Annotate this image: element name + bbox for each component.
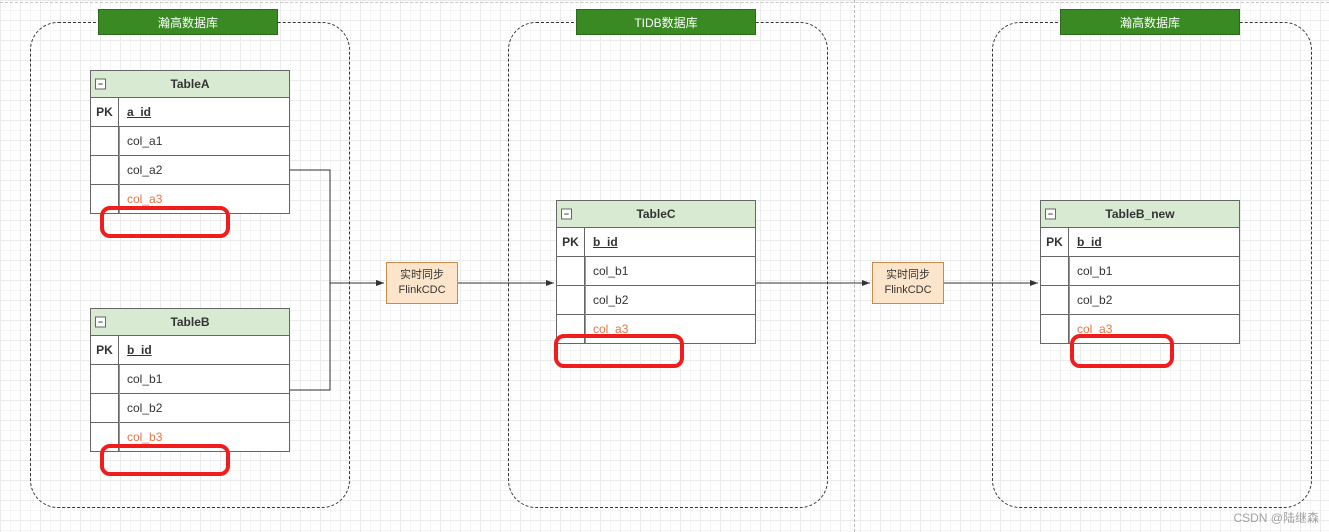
watermark: CSDN @陆继森 bbox=[1233, 509, 1319, 526]
container-label-tidb: TIDB数据库 bbox=[576, 9, 756, 35]
pk-label: PK bbox=[1041, 228, 1069, 256]
table-title: TableC bbox=[636, 207, 675, 221]
process-flinkcdc-1: 实时同步 FlinkCDC bbox=[386, 262, 458, 304]
process-line1: 实时同步 bbox=[873, 268, 943, 283]
pk-value: b_id bbox=[585, 228, 755, 256]
process-line2: FlinkCDC bbox=[387, 283, 457, 298]
process-flinkcdc-2: 实时同步 FlinkCDC bbox=[872, 262, 944, 304]
table-A: – TableA PK a_id col_a1 col_a2 col_a3 bbox=[90, 70, 290, 214]
table-pk-row: PK b_id bbox=[91, 336, 289, 365]
table-row: col_a3 bbox=[91, 185, 289, 213]
col: col_a1 bbox=[119, 127, 289, 155]
table-header: – TableA bbox=[91, 71, 289, 98]
table-pk-row: PK b_id bbox=[1041, 228, 1239, 257]
container-label-hangao-2: 瀚高数据库 bbox=[1060, 9, 1240, 35]
label-text: 瀚高数据库 bbox=[1120, 16, 1180, 30]
col: col_b1 bbox=[585, 257, 755, 285]
table-row: col_b1 bbox=[1041, 257, 1239, 286]
col-highlighted: col_a3 bbox=[1069, 315, 1239, 343]
col: col_b1 bbox=[119, 365, 289, 393]
pk-value: a_id bbox=[119, 98, 289, 126]
table-pk-row: PK b_id bbox=[557, 228, 755, 257]
table-row: col_b1 bbox=[91, 365, 289, 394]
table-B: – TableB PK b_id col_b1 col_b2 col_b3 bbox=[90, 308, 290, 452]
col: col_b2 bbox=[1069, 286, 1239, 314]
table-title: TableB_new bbox=[1105, 207, 1174, 221]
col-highlighted: col_b3 bbox=[119, 423, 289, 451]
container-label-hangao-1: 瀚高数据库 bbox=[98, 9, 278, 35]
ruler-guide bbox=[0, 2, 1329, 3]
col: col_b2 bbox=[585, 286, 755, 314]
table-row: col_b1 bbox=[557, 257, 755, 286]
table-C: – TableC PK b_id col_b1 col_b2 col_a3 bbox=[556, 200, 756, 344]
col: col_b2 bbox=[119, 394, 289, 422]
table-row: col_a3 bbox=[1041, 315, 1239, 343]
collapse-icon[interactable]: – bbox=[561, 209, 572, 220]
table-row: col_b2 bbox=[557, 286, 755, 315]
table-header: – TableB bbox=[91, 309, 289, 336]
label-text: TIDB数据库 bbox=[634, 16, 697, 30]
pk-value: b_id bbox=[119, 336, 289, 364]
table-pk-row: PK a_id bbox=[91, 98, 289, 127]
col: col_b1 bbox=[1069, 257, 1239, 285]
process-line2: FlinkCDC bbox=[873, 283, 943, 298]
pk-label: PK bbox=[557, 228, 585, 256]
table-header: – TableB_new bbox=[1041, 201, 1239, 228]
table-row: col_b2 bbox=[1041, 286, 1239, 315]
table-title: TableB bbox=[170, 315, 209, 329]
label-text: 瀚高数据库 bbox=[158, 16, 218, 30]
table-row: col_a3 bbox=[557, 315, 755, 343]
process-line1: 实时同步 bbox=[387, 268, 457, 283]
col: col_a2 bbox=[119, 156, 289, 184]
col-highlighted: col_a3 bbox=[585, 315, 755, 343]
vertical-divider bbox=[854, 0, 855, 532]
collapse-icon[interactable]: – bbox=[95, 317, 106, 328]
col-highlighted: col_a3 bbox=[119, 185, 289, 213]
pk-label: PK bbox=[91, 98, 119, 126]
table-row: col_a2 bbox=[91, 156, 289, 185]
table-B-new: – TableB_new PK b_id col_b1 col_b2 col_a… bbox=[1040, 200, 1240, 344]
table-title: TableA bbox=[170, 77, 209, 91]
table-row: col_b3 bbox=[91, 423, 289, 451]
table-row: col_a1 bbox=[91, 127, 289, 156]
collapse-icon[interactable]: – bbox=[95, 79, 106, 90]
pk-label: PK bbox=[91, 336, 119, 364]
table-header: – TableC bbox=[557, 201, 755, 228]
collapse-icon[interactable]: – bbox=[1045, 209, 1056, 220]
pk-value: b_id bbox=[1069, 228, 1239, 256]
table-row: col_b2 bbox=[91, 394, 289, 423]
